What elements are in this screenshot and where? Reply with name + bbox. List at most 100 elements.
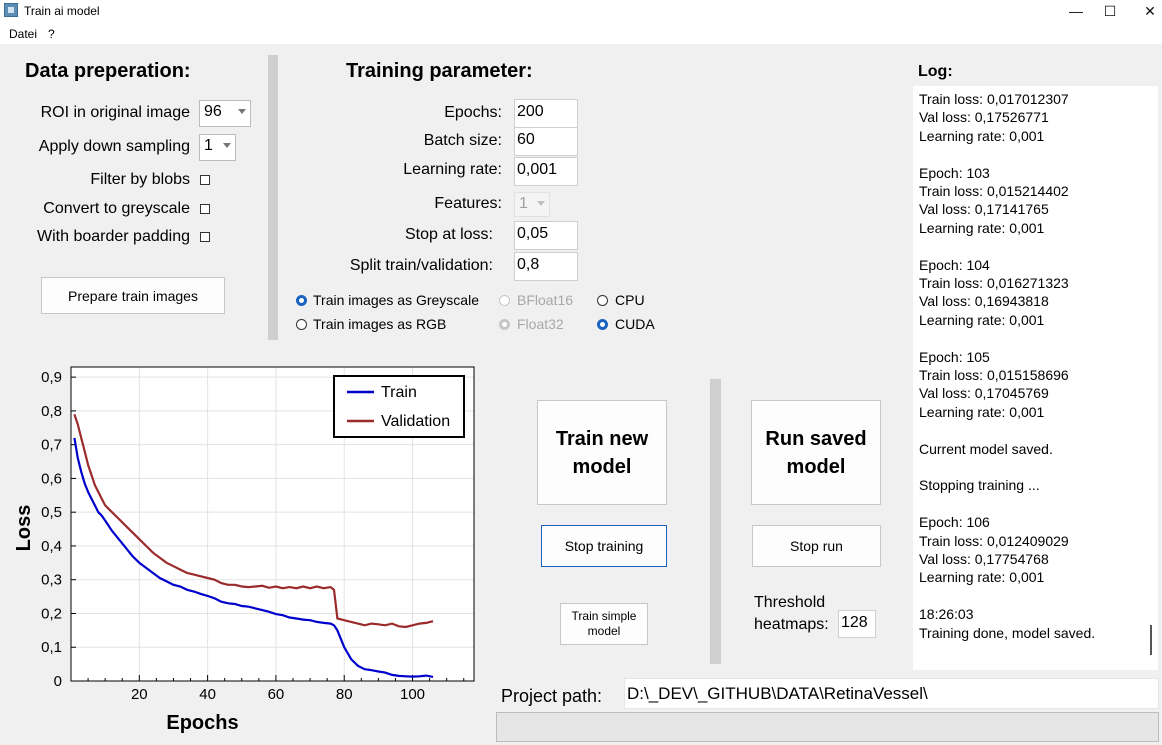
train-new-model-button[interactable]: Train new model [537, 400, 667, 505]
menu-datei[interactable]: Datei [9, 27, 37, 41]
log-lines: Train loss: 0,017012307 Val loss: 0,17526… [919, 90, 1140, 642]
project-path-label: Project path: [501, 686, 603, 706]
radio-rgb-label: Train images as RGB [313, 316, 447, 332]
batch-size-input[interactable]: 60 [514, 127, 578, 156]
log-line: Epoch: 103 [919, 164, 990, 181]
run-saved-model-button[interactable]: Run saved model [751, 400, 881, 505]
radio-cpu[interactable] [597, 295, 608, 306]
threshold-input[interactable]: 128 [838, 610, 876, 638]
stop-run-button[interactable]: Stop run [752, 525, 881, 567]
panel-divider [268, 55, 278, 340]
log-line: Val loss: 0,16943818 [919, 293, 1049, 310]
legend-label: Validation [381, 413, 450, 430]
log-scroll-thumb[interactable] [1150, 625, 1152, 655]
filter-blobs-checkbox[interactable] [200, 175, 210, 185]
log-line: Epoch: 104 [919, 256, 990, 273]
radio-cpu-label: CPU [615, 292, 645, 308]
menu-bar [0, 22, 1162, 44]
features-label: Features: [434, 195, 502, 212]
window-title: Train ai model [24, 4, 100, 18]
features-value: 1 [519, 195, 528, 212]
y-tick-label: 0,3 [41, 572, 62, 589]
roi-combobox[interactable]: 96 [199, 100, 251, 127]
features-combobox[interactable]: 1 [514, 192, 550, 217]
log-line: Learning rate: 0,001 [919, 403, 1045, 420]
radio-greyscale[interactable] [296, 295, 307, 306]
epochs-label: Epochs: [444, 104, 502, 121]
radio-rgb[interactable] [296, 319, 307, 330]
roi-value: 96 [204, 103, 222, 120]
greyscale-checkbox[interactable] [200, 204, 210, 214]
prepare-train-images-button[interactable]: Prepare train images [41, 277, 225, 314]
title-bar [0, 0, 1162, 22]
y-tick-label: 0 [54, 673, 62, 690]
padding-checkbox[interactable] [200, 232, 210, 242]
training-params-title: Training parameter: [346, 60, 533, 82]
log-scrollbar[interactable] [1144, 86, 1158, 670]
radio-greyscale-label: Train images as Greyscale [313, 292, 479, 308]
chevron-down-icon [537, 201, 545, 206]
action-divider [710, 379, 721, 664]
log-textbox[interactable]: Train loss: 0,017012307 Val loss: 0,17526… [913, 86, 1144, 670]
learning-rate-input[interactable]: 0,001 [514, 157, 578, 186]
log-line: Val loss: 0,17754768 [919, 551, 1049, 568]
roi-label: ROI in original image [40, 104, 190, 121]
log-line: Train loss: 0,015158696 [919, 367, 1069, 384]
stop-at-loss-input[interactable]: 0,05 [514, 221, 578, 250]
maximize-button[interactable]: ☐ [1090, 0, 1130, 22]
log-line: Val loss: 0,17526771 [919, 109, 1049, 126]
radio-bfloat16[interactable] [499, 295, 510, 306]
radio-cuda[interactable] [597, 319, 608, 330]
radio-cuda-label: CUDA [615, 316, 655, 332]
legend-label: Train [381, 384, 417, 401]
log-line: Learning rate: 0,001 [919, 569, 1045, 586]
log-line: Learning rate: 0,001 [919, 127, 1045, 144]
stop-training-button[interactable]: Stop training [541, 525, 667, 567]
x-axis-label: Epochs [166, 712, 238, 734]
log-line: Epoch: 105 [919, 348, 990, 365]
log-line: Train loss: 0,012409029 [919, 532, 1069, 549]
batch-size-label: Batch size: [423, 132, 502, 149]
x-tick-label: 100 [400, 686, 425, 703]
y-tick-label: 0,5 [41, 504, 62, 521]
radio-bfloat16-label: BFloat16 [517, 292, 574, 308]
y-tick-label: 0,4 [41, 538, 62, 555]
close-button[interactable]: ✕ [1130, 0, 1162, 22]
downsample-combobox[interactable]: 1 [199, 134, 236, 161]
log-title: Log: [918, 63, 953, 80]
learning-rate-label: Learning rate: [403, 161, 502, 178]
downsample-label: Apply down sampling [38, 138, 190, 155]
radio-float32-label: Float32 [517, 316, 564, 332]
progress-bar [496, 712, 1159, 742]
y-tick-label: 0,2 [41, 605, 62, 622]
log-line: Current model saved. [919, 440, 1053, 457]
split-label: Split train/validation: [349, 257, 493, 274]
x-tick-label: 60 [268, 686, 285, 703]
log-line: Val loss: 0,17045769 [919, 385, 1049, 402]
greyscale-label: Convert to greyscale [43, 200, 190, 217]
data-prep-title: Data preperation: [25, 60, 191, 82]
stop-at-loss-label: Stop at loss: [404, 226, 493, 243]
split-input[interactable]: 0,8 [514, 252, 578, 281]
log-line: Training done, model saved. [919, 624, 1096, 641]
log-line: Learning rate: 0,001 [919, 219, 1045, 236]
downsample-value: 1 [204, 137, 213, 154]
y-tick-label: 0,6 [41, 470, 62, 487]
y-tick-label: 0,8 [41, 403, 62, 420]
project-path-input[interactable]: D:\_DEV\_GITHUB\DATA\RetinaVessel\ [624, 678, 1159, 709]
radio-float32[interactable] [499, 319, 510, 330]
x-tick-label: 80 [336, 686, 353, 703]
app-icon [4, 3, 18, 17]
loss-chart: 0 0,1 0,2 0,3 0,4 0,5 0,6 0,7 0,8 0,9 20 40 60 80 100 E… [13, 366, 475, 734]
log-line: Stopping training ... [919, 477, 1040, 494]
log-line: Train loss: 0,015214402 [919, 183, 1069, 200]
menu-help[interactable]: ? [48, 27, 55, 41]
epochs-input[interactable]: 200 [514, 99, 578, 128]
log-line: Train loss: 0,016271323 [919, 275, 1069, 292]
y-tick-label: 0,1 [41, 639, 62, 656]
train-simple-model-button[interactable]: Train simple model [560, 603, 648, 645]
